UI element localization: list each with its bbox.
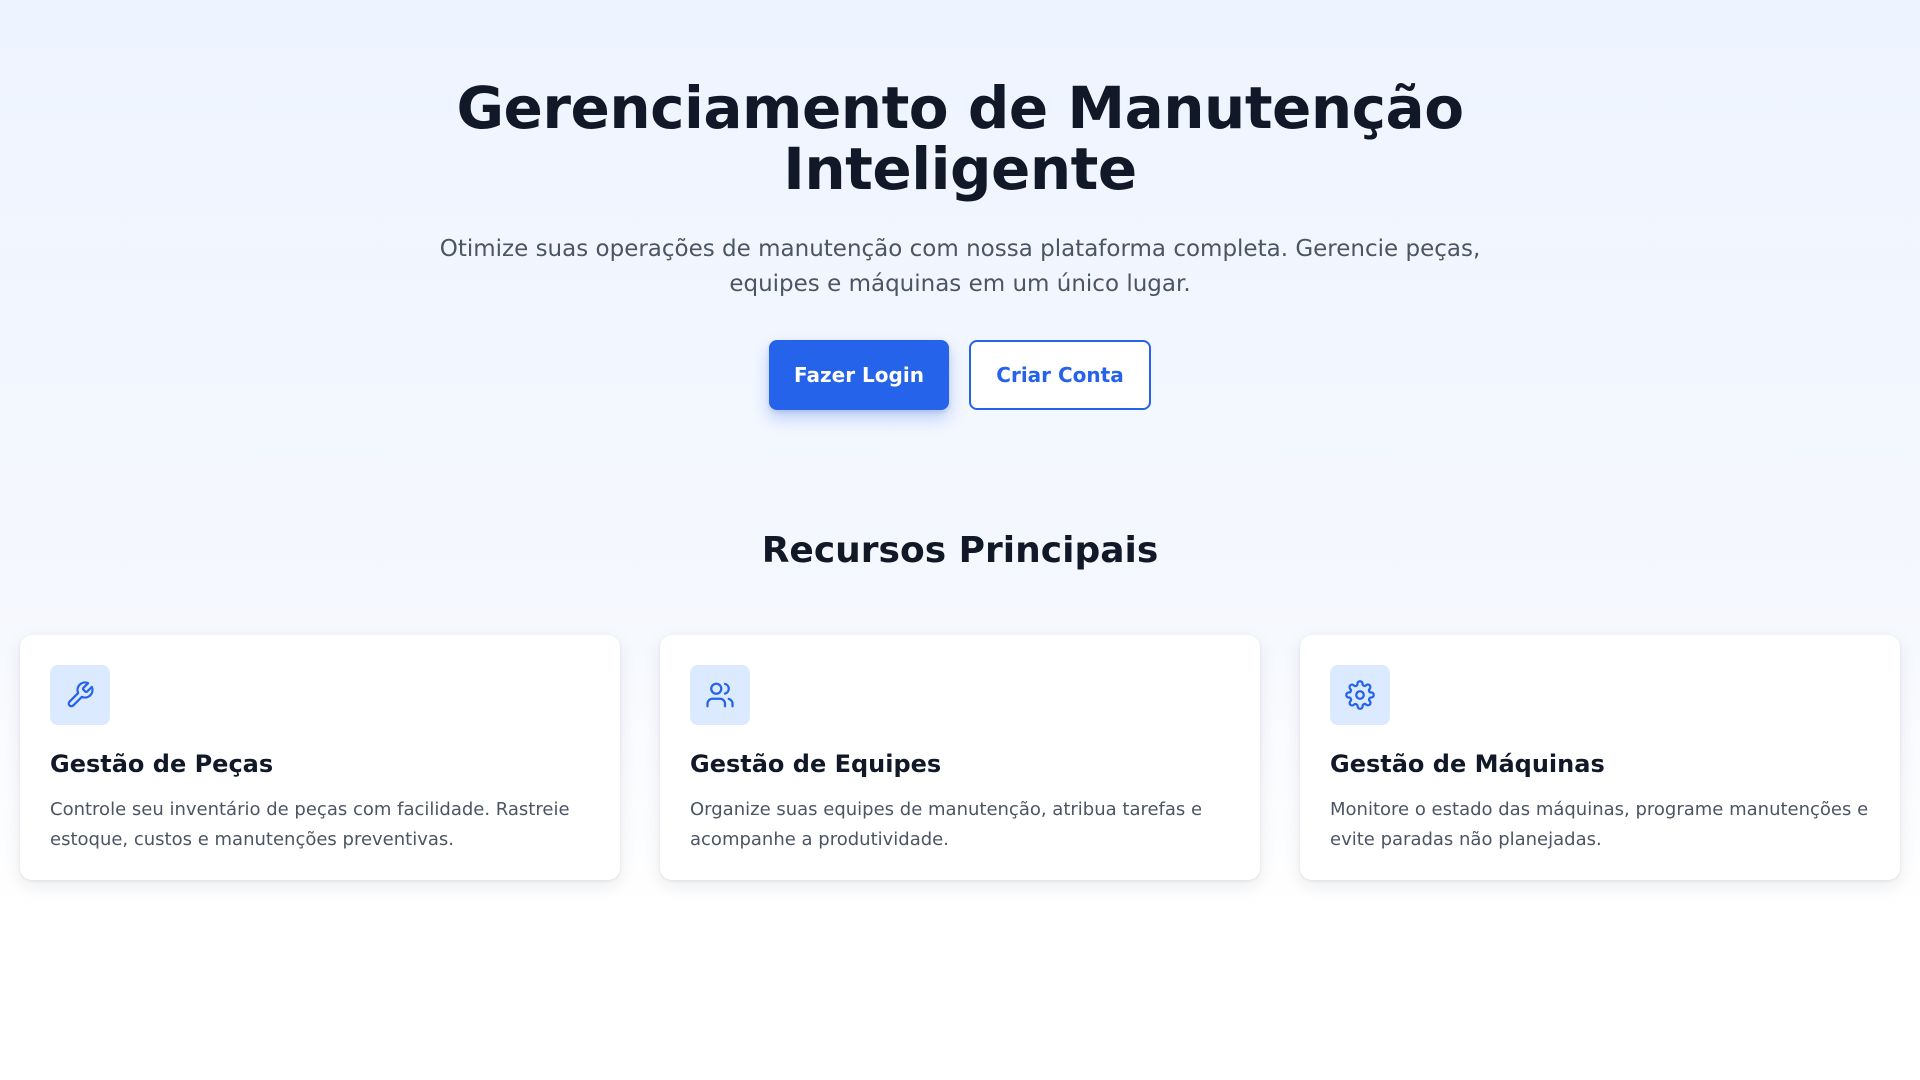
feature-card-machines: Gestão de Máquinas Monitore o estado das… <box>1300 635 1900 880</box>
users-icon <box>690 665 750 725</box>
feature-card-title: Gestão de Peças <box>50 750 274 778</box>
features-title: Recursos Principais <box>761 530 1159 571</box>
feature-card-teams: Gestão de Equipes Organize suas equipes … <box>660 635 1260 880</box>
hero-title: Gerenciamento de Manutenção Inteligente <box>456 74 1464 203</box>
feature-card-description: Organize suas equipes de manutenção, atr… <box>690 799 1203 850</box>
feature-card-parts: Gestão de Peças Controle seu inventário … <box>20 635 620 880</box>
feature-cards: Gestão de Peças Controle seu inventário … <box>20 635 1900 880</box>
feature-card-description: Monitore o estado das máquinas, programe… <box>1330 799 1869 850</box>
wrench-icon <box>50 665 110 725</box>
gear-icon <box>1330 665 1390 725</box>
signup-button[interactable]: Criar Conta <box>969 340 1151 410</box>
feature-card-title: Gestão de Equipes <box>690 750 942 778</box>
feature-card-title: Gestão de Máquinas <box>1330 750 1605 778</box>
login-button[interactable]: Fazer Login <box>769 340 949 410</box>
hero-subtitle: Otimize suas operações de manutenção com… <box>439 236 1481 297</box>
feature-card-description: Controle seu inventário de peças com fac… <box>50 799 570 850</box>
hero-actions: Fazer Login Criar Conta <box>0 340 1920 410</box>
